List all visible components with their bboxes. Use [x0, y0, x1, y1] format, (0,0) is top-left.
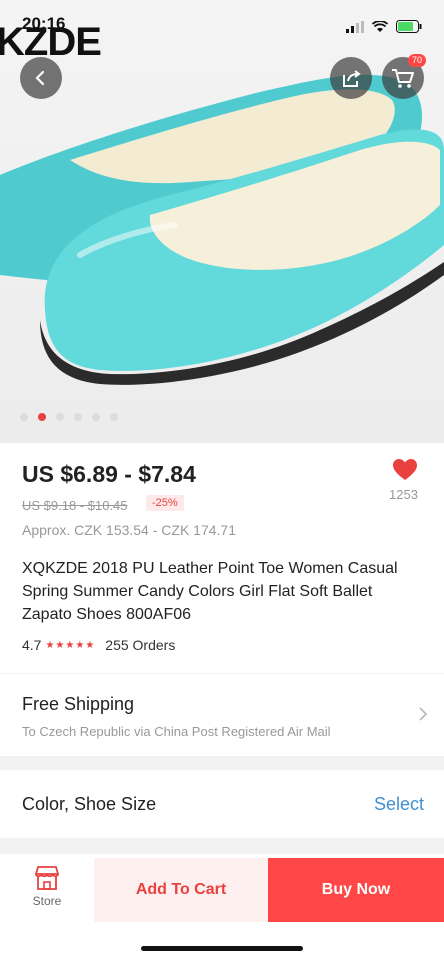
back-button[interactable] [20, 57, 62, 99]
star-rating-icon: ★★★★★ [45, 639, 96, 651]
sku-label: Color, Shoe Size [22, 794, 157, 814]
product-image [0, 74, 444, 385]
page-dot[interactable] [110, 413, 118, 421]
select-link[interactable]: Select [374, 794, 424, 815]
sku-selector-row[interactable]: Color, Shoe Size Select [0, 770, 444, 838]
bottom-action-bar: Store Add To Cart Buy Now [0, 854, 444, 960]
cart-count-badge: 70 [407, 54, 426, 67]
chevron-right-icon [419, 707, 428, 721]
discount-badge: -25% [146, 495, 184, 511]
approx-price: Approx. CZK 153.54 - CZK 174.71 [22, 522, 236, 538]
page-dot-active[interactable] [38, 413, 46, 421]
cart-icon [392, 69, 414, 88]
shipping-heading: Free Shipping [22, 694, 135, 714]
battery-icon [396, 20, 422, 33]
price-range: US $6.89 - $7.84 [22, 461, 196, 487]
gallery-pagination [20, 413, 118, 421]
chevron-left-icon [35, 70, 45, 86]
original-price: US $9.18 - $10.45 [22, 498, 128, 513]
wifi-icon [372, 20, 388, 32]
page-dot[interactable] [74, 413, 82, 421]
clock: 20:16 [22, 14, 66, 33]
buy-now-button[interactable]: Buy Now [268, 858, 444, 922]
add-to-cart-button[interactable]: Add To Cart [94, 858, 268, 922]
shipping-row[interactable]: Free Shipping To Czech Republic via Chin… [0, 674, 444, 756]
rating-value: 4.7 [22, 637, 42, 653]
wishlist-heart-icon[interactable] [392, 458, 418, 482]
home-indicator[interactable] [141, 946, 303, 951]
share-button[interactable] [330, 57, 372, 99]
page-dot[interactable] [20, 413, 28, 421]
cart-button[interactable]: 70 [382, 54, 426, 99]
share-icon [343, 70, 361, 87]
store-button[interactable]: Store [0, 854, 94, 918]
store-label: Store [32, 893, 62, 908]
product-image-gallery[interactable]: KZDE 20:16 70 [0, 0, 444, 443]
page-dot[interactable] [92, 413, 100, 421]
wishlist-count: 1253 [389, 487, 418, 502]
product-info: US $6.89 - $7.84 US $9.18 - $10.45 -25% … [0, 443, 444, 673]
signal-icon [346, 20, 364, 33]
product-title: XQKZDE 2018 PU Leather Point Toe Women C… [22, 560, 398, 623]
status-bar: KZDE 20:16 [0, 0, 444, 64]
shipping-detail: To Czech Republic via China Post Registe… [22, 724, 331, 739]
orders-count: 255 Orders [105, 637, 176, 653]
page-dot[interactable] [56, 413, 64, 421]
rating-row[interactable]: 4.7 ★★★★★ 255 Orders [22, 637, 175, 653]
store-icon [35, 865, 59, 890]
